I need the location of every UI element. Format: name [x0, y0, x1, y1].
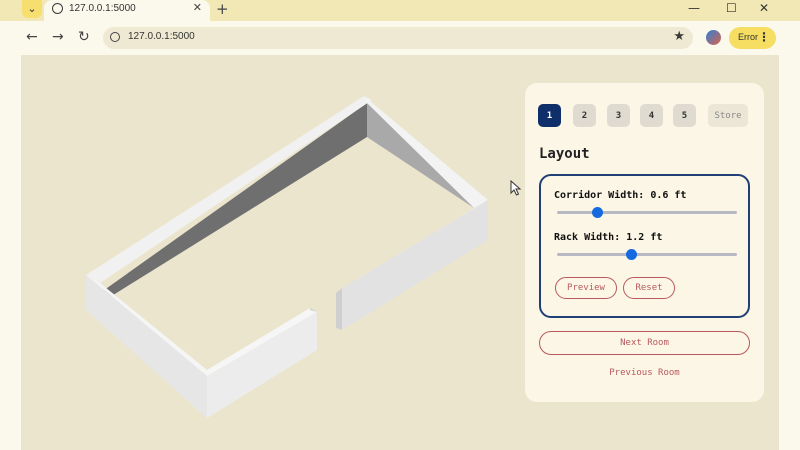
wall-right-end	[336, 288, 342, 330]
step-2-button[interactable]: 2	[573, 104, 596, 127]
mouse-cursor-icon	[510, 180, 522, 196]
corridor-width-slider[interactable]	[557, 207, 737, 218]
next-room-button[interactable]: Next Room	[539, 331, 750, 355]
wall-back-right-top	[364, 96, 488, 208]
rack-width-slider[interactable]	[557, 249, 737, 260]
reset-button[interactable]: Reset	[623, 277, 675, 299]
control-panel: 1 2 3 4 5 Store Layout Corridor Width: 0…	[525, 83, 764, 402]
rack-width-thumb[interactable]	[625, 249, 637, 260]
step-3-button[interactable]: 3	[607, 104, 630, 127]
panel-title: Layout	[539, 146, 590, 162]
corridor-width-thumb[interactable]	[591, 207, 603, 218]
step-5-button[interactable]: 5	[673, 104, 696, 127]
previous-room-link[interactable]: Previous Room	[525, 368, 764, 378]
layout-settings-card: Corridor Width: 0.6 ft Rack Width: 1.2 f…	[539, 174, 750, 318]
step-4-button[interactable]: 4	[640, 104, 663, 127]
store-button[interactable]: Store	[708, 104, 748, 127]
wall-left-outer	[86, 275, 207, 418]
wall-back-left-top	[86, 96, 372, 283]
corridor-width-label: Corridor Width: 0.6 ft	[554, 190, 687, 201]
step-1-button[interactable]: 1	[538, 104, 561, 127]
preview-button[interactable]: Preview	[555, 277, 617, 299]
wall-inner-back-left	[100, 103, 367, 297]
wall-right-side	[342, 200, 488, 330]
rack-width-label: Rack Width: 1.2 ft	[554, 232, 663, 243]
